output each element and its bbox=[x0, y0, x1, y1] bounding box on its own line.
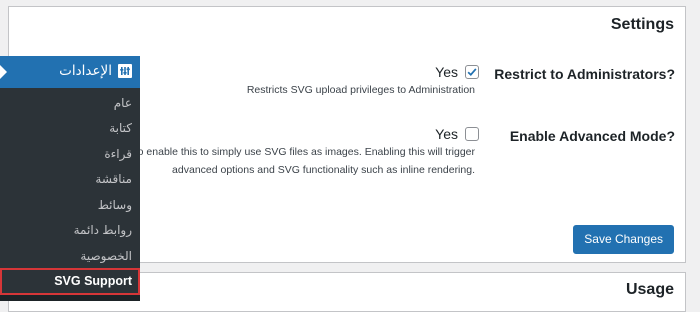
sidebar-item-privacy[interactable]: الخصوصية bbox=[80, 249, 132, 263]
restrict-description: Restricts SVG upload privileges to Admin… bbox=[246, 84, 475, 96]
restrict-checkbox-row[interactable]: Yes bbox=[435, 64, 479, 80]
restrict-checkbox[interactable] bbox=[465, 65, 479, 79]
sidebar-item-general[interactable]: عام bbox=[114, 96, 132, 110]
checkmark-icon bbox=[467, 68, 477, 76]
settings-title: Settings bbox=[610, 16, 674, 33]
advanced-checkbox-row[interactable]: Yes bbox=[435, 126, 479, 142]
sidebar-item-settings[interactable]: الإعدادات bbox=[0, 56, 140, 88]
sidebar-item-discussion[interactable]: مناقشة bbox=[95, 172, 132, 186]
current-menu-arrow-icon bbox=[0, 65, 7, 79]
admin-sidebar: الإعدادات عام كتابة قراءة مناقشة وسائط ر… bbox=[0, 56, 140, 301]
settings-sliders-icon bbox=[118, 64, 132, 78]
sidebar-item-writing[interactable]: كتابة bbox=[109, 121, 132, 135]
settings-menu-label: الإعدادات bbox=[59, 63, 112, 78]
advanced-checkbox[interactable] bbox=[465, 127, 479, 141]
sidebar-item-reading[interactable]: قراءة bbox=[104, 147, 132, 161]
svg-support-label: SVG Support bbox=[54, 274, 132, 288]
save-changes-button[interactable]: Save Changes bbox=[573, 225, 674, 254]
restrict-checkbox-text: Yes bbox=[435, 64, 458, 80]
usage-title: Usage bbox=[625, 281, 674, 298]
advanced-mode-label: Enable Advanced Mode? bbox=[509, 128, 675, 144]
advanced-description-line-1: to enable this to simply use SVG files a… bbox=[134, 146, 475, 158]
sidebar-item-svg-support[interactable]: SVG Support bbox=[0, 268, 140, 295]
sidebar-item-media[interactable]: وسائط bbox=[98, 198, 132, 212]
sidebar-bottom-strip bbox=[0, 295, 140, 301]
advanced-description-line-2: advanced options and SVG functionality s… bbox=[172, 164, 475, 176]
sidebar-item-permalinks[interactable]: روابط دائمة bbox=[74, 223, 132, 237]
advanced-checkbox-text: Yes bbox=[435, 126, 458, 142]
restrict-to-admins-label: Restrict to Administrators? bbox=[494, 66, 675, 82]
